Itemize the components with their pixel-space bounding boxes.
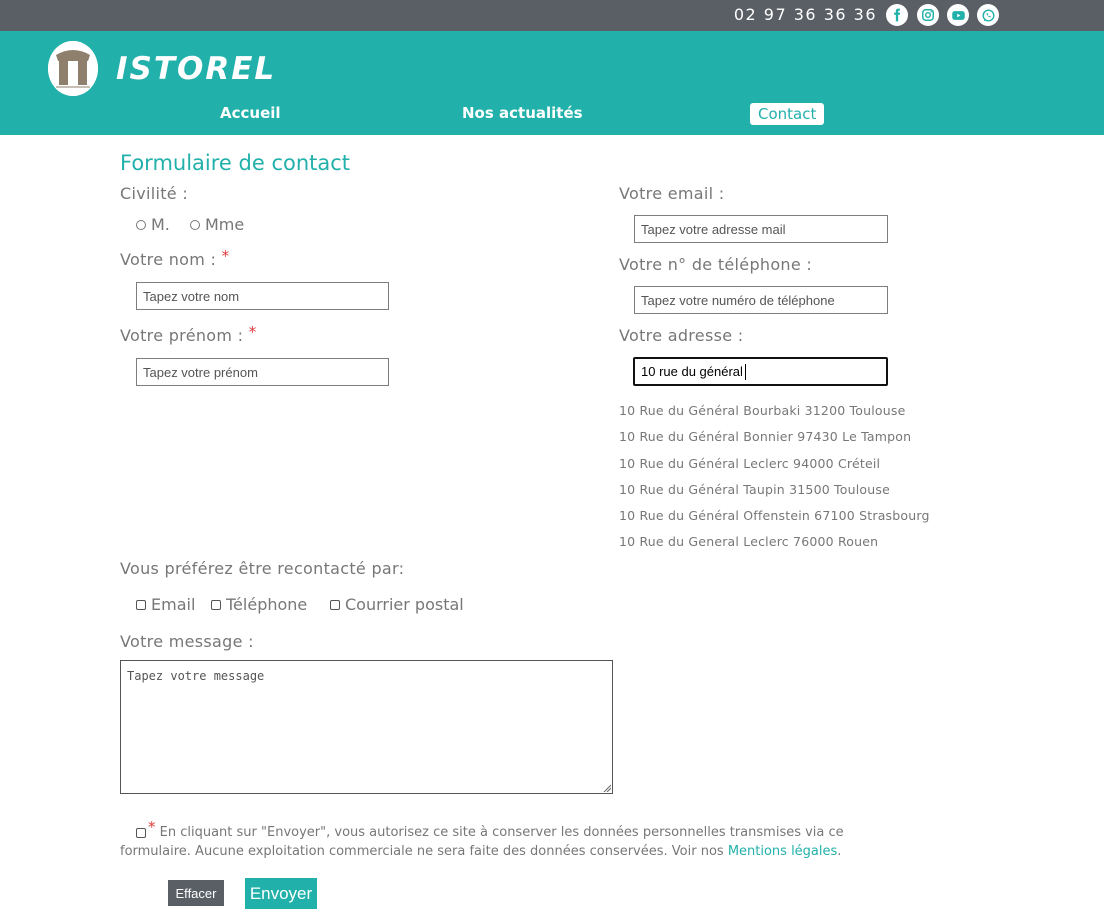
phone-field[interactable]: Tapez votre numéro de téléphone [634,286,888,314]
firstname-label-text: Votre prénom : [120,326,244,345]
nav-actualites[interactable]: Nos actualités [462,104,583,122]
phone-label: Votre n° de téléphone : [619,255,813,274]
address-suggestion[interactable]: 10 Rue du Général Bourbaki 31200 Toulous… [619,403,905,418]
message-textarea[interactable]: Tapez votre message [120,660,613,794]
pref-phone-label: Téléphone [226,595,308,614]
address-label: Votre adresse : [619,326,744,345]
site-header: ISTOREL Accueil Nos actualités Contact [0,31,1104,135]
address-value: 10 rue du général [641,364,743,379]
pref-mail-option[interactable]: Courrier postal [330,595,464,614]
required-mark: * [248,323,257,341]
resize-handle-icon[interactable] [603,784,611,792]
consent-end: . [837,844,842,859]
message-label: Votre message : [120,632,254,651]
nav-contact[interactable]: Contact [750,103,825,125]
radio-m-label: M. [151,215,170,234]
pref-phone-option[interactable]: Téléphone [211,595,307,614]
radio-mme-label: Mme [205,215,245,234]
email-placeholder: Tapez votre adresse mail [641,221,786,237]
pref-phone-checkbox[interactable] [211,599,221,610]
address-suggestion[interactable]: 10 Rue du General Leclerc 76000 Rouen [619,534,878,549]
email-label: Votre email : [619,184,725,203]
nav-accueil[interactable]: Accueil [220,104,281,122]
youtube-icon[interactable] [947,4,969,26]
name-field[interactable]: Tapez votre nom [136,282,389,310]
phone-number[interactable]: 02 97 36 36 36 [734,5,877,24]
phone-placeholder: Tapez votre numéro de téléphone [641,292,835,308]
firstname-field[interactable]: Tapez votre prénom [136,358,389,386]
firstname-placeholder: Tapez votre prénom [143,364,258,380]
consent-block: * En cliquant sur "Envoyer", vous autori… [120,818,900,861]
contact-pref-label: Vous préférez être recontacté par: [120,559,405,578]
address-suggestion[interactable]: 10 Rue du Général Bonnier 97430 Le Tampo… [619,429,911,444]
radio-mme[interactable] [190,219,200,230]
address-field[interactable]: 10 rue du général [633,357,888,386]
civility-option-m[interactable]: M. [136,215,170,234]
civility-option-mme[interactable]: Mme [190,215,244,234]
email-field[interactable]: Tapez votre adresse mail [634,215,888,243]
facebook-icon[interactable] [886,4,908,26]
radio-m[interactable] [136,219,146,230]
name-label: Votre nom : * [120,247,230,269]
text-caret [744,363,746,380]
send-button[interactable]: Envoyer [245,878,317,909]
instagram-icon[interactable] [917,4,939,26]
pref-mail-checkbox[interactable] [330,599,340,610]
pref-email-label: Email [151,595,196,614]
pref-mail-label: Courrier postal [345,595,464,614]
address-suggestion[interactable]: 10 Rue du Général Offenstein 67100 Stras… [619,508,930,523]
civility-label: Civilité : [120,184,189,203]
pref-email-checkbox[interactable] [136,599,146,610]
top-bar: 02 97 36 36 36 [0,0,1104,31]
consent-checkbox[interactable] [136,827,146,838]
pref-email-option[interactable]: Email [136,595,195,614]
clear-button[interactable]: Effacer [168,880,224,906]
address-suggestion[interactable]: 10 Rue du Général Leclerc 94000 Créteil [619,456,880,471]
whatsapp-icon[interactable] [977,4,999,26]
name-placeholder: Tapez votre nom [143,288,240,304]
legal-notice-link[interactable]: Mentions légales [728,844,837,859]
address-suggestion[interactable]: 10 Rue du Général Taupin 31500 Toulouse [619,482,890,497]
name-label-text: Votre nom : [120,250,217,269]
page-title: Formulaire de contact [120,151,351,175]
required-mark: * [148,818,156,836]
brand-name[interactable]: ISTOREL [116,51,276,87]
required-mark: * [221,247,230,265]
logo-icon[interactable] [48,41,98,96]
message-placeholder: Tapez votre message [127,669,265,683]
firstname-label: Votre prénom : * [120,323,257,345]
